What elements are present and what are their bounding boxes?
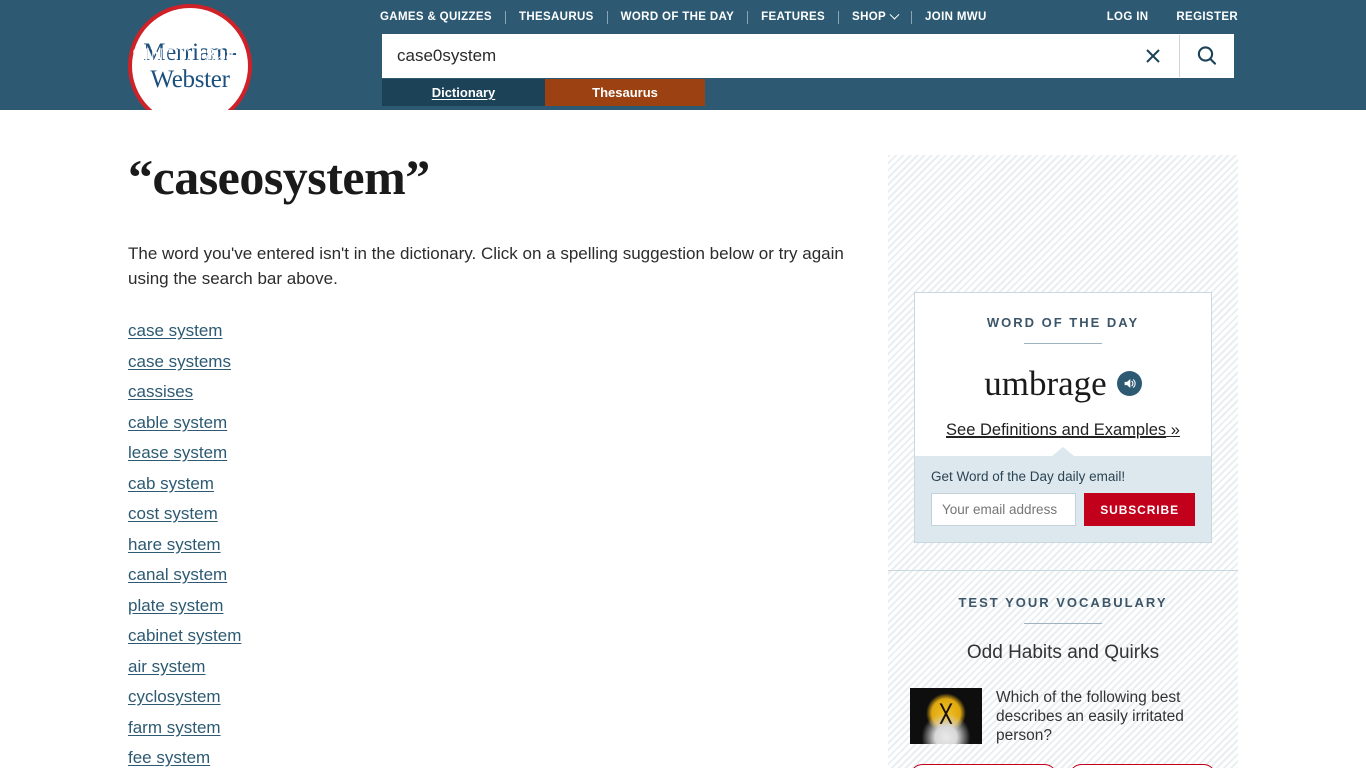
list-item: lease system bbox=[128, 443, 858, 463]
angry-face-thumbnail-icon: ╳ bbox=[910, 688, 982, 744]
search-scope-tabs: Dictionary Thesaurus bbox=[382, 79, 705, 106]
subscribe-button[interactable]: SUBSCRIBE bbox=[1084, 493, 1195, 526]
tab-thesaurus-label: Thesaurus bbox=[592, 85, 658, 100]
divider bbox=[1024, 343, 1102, 344]
suggestion-link[interactable]: air system bbox=[128, 657, 205, 676]
no-result-message: The word you've entered isn't in the dic… bbox=[128, 244, 844, 288]
nav-label: FEATURES bbox=[761, 11, 826, 23]
site-header: Merriam- Webster SINCE 1828 GAMES & QUIZ… bbox=[0, 0, 1366, 128]
list-item: case system bbox=[128, 321, 858, 341]
search-input[interactable] bbox=[383, 35, 1127, 77]
list-item: cable system bbox=[128, 413, 858, 433]
quiz-card-inner: TEST YOUR VOCABULARY Odd Habits and Quir… bbox=[888, 571, 1238, 768]
nav-item-features[interactable]: FEATURES bbox=[748, 11, 838, 23]
list-item: hare system bbox=[128, 535, 858, 555]
tab-thesaurus[interactable]: Thesaurus bbox=[545, 79, 705, 106]
quiz-question-row: ╳ Which of the following best describes … bbox=[910, 688, 1216, 745]
page-title: “caseosystem” bbox=[128, 149, 430, 205]
suggestion-link[interactable]: lease system bbox=[128, 443, 227, 462]
wotd-card-inner: WORD OF THE DAY umbrage See Definitions … bbox=[915, 293, 1211, 440]
spelling-suggestions-panel: “caseosystem” The word you've entered is… bbox=[128, 152, 858, 768]
quiz-option-tetchy[interactable]: tetchy bbox=[1069, 764, 1216, 768]
quiz-option-gregarious[interactable]: gregarious bbox=[910, 764, 1057, 768]
sidebar: WORD OF THE DAY umbrage See Definitions … bbox=[888, 155, 1238, 768]
suggestion-link[interactable]: canal system bbox=[128, 565, 227, 584]
list-item: farm system bbox=[128, 718, 858, 738]
suggestion-link[interactable]: cabinet system bbox=[128, 626, 241, 645]
suggestion-link[interactable]: cassises bbox=[128, 382, 193, 401]
speaker-icon bbox=[1124, 379, 1136, 388]
account-nav: LOG IN REGISTER bbox=[1093, 8, 1238, 26]
list-item: canal system bbox=[128, 565, 858, 585]
nav-label: JOIN MWU bbox=[925, 11, 987, 23]
register-link[interactable]: REGISTER bbox=[1162, 11, 1238, 23]
quiz-question-text: Which of the following best describes an… bbox=[996, 689, 1184, 744]
suggestion-link[interactable]: plate system bbox=[128, 596, 223, 615]
suggestion-list: case system case systems cassises cable … bbox=[128, 321, 858, 768]
suggestion-link[interactable]: farm system bbox=[128, 718, 221, 737]
see-definitions-link[interactable]: See Definitions and Examples » bbox=[946, 421, 1180, 440]
quiz-kicker: TEST YOUR VOCABULARY bbox=[958, 595, 1168, 610]
tab-dictionary-label: Dictionary bbox=[431, 85, 496, 100]
wotd-kicker: WORD OF THE DAY bbox=[986, 315, 1140, 330]
quiz-subtitle: Odd Habits and Quirks bbox=[966, 642, 1160, 663]
list-item: cabinet system bbox=[128, 626, 858, 646]
list-item: plate system bbox=[128, 596, 858, 616]
clear-search-button[interactable] bbox=[1127, 35, 1179, 77]
test-your-vocabulary-card: TEST YOUR VOCABULARY Odd Habits and Quir… bbox=[888, 570, 1238, 768]
suggestion-link[interactable]: cost system bbox=[128, 504, 218, 523]
subscribe-label: Get Word of the Day daily email! bbox=[931, 469, 1126, 484]
search-icon bbox=[1197, 46, 1216, 65]
link-arrows: » bbox=[1170, 421, 1180, 439]
since-tagline: SINCE 1828 bbox=[132, 45, 236, 66]
nav-item-games-quizzes[interactable]: GAMES & QUIZZES bbox=[380, 11, 505, 23]
wotd-subscribe-band: Get Word of the Day daily email! SUBSCRI… bbox=[915, 447, 1211, 542]
nav-label: GAMES & QUIZZES bbox=[380, 11, 492, 23]
nav-item-thesaurus[interactable]: THESAURUS bbox=[506, 11, 607, 23]
divider bbox=[1024, 623, 1102, 624]
quiz-thumb-face: ╳ bbox=[940, 704, 952, 724]
word-of-the-day-card: WORD OF THE DAY umbrage See Definitions … bbox=[914, 292, 1212, 543]
nav-label: SHOP bbox=[852, 11, 887, 23]
close-icon bbox=[1146, 49, 1160, 63]
suggestion-link[interactable]: cable system bbox=[128, 413, 227, 432]
email-field[interactable] bbox=[931, 493, 1077, 526]
list-item: fee system bbox=[128, 748, 858, 768]
play-pronunciation-button[interactable] bbox=[1116, 371, 1142, 396]
nav-item-shop[interactable]: SHOP bbox=[839, 9, 911, 23]
list-item: cost system bbox=[128, 504, 858, 524]
suggestion-link[interactable]: case systems bbox=[128, 352, 231, 371]
logo-text-line2: Webster bbox=[150, 66, 230, 93]
list-item: air system bbox=[128, 657, 858, 677]
nav-label: WORD OF THE DAY bbox=[620, 11, 735, 23]
main-region: “caseosystem” The word you've entered is… bbox=[0, 110, 1366, 768]
quiz-options: gregarious tetchy superficial flashy bbox=[910, 764, 1216, 768]
log-in-link[interactable]: LOG IN bbox=[1093, 11, 1163, 23]
wotd-word[interactable]: umbrage bbox=[984, 366, 1106, 401]
suggestion-link[interactable]: cyclosystem bbox=[128, 687, 221, 706]
nav-label: THESAURUS bbox=[518, 11, 594, 23]
search-submit-button[interactable] bbox=[1179, 35, 1233, 77]
list-item: cyclosystem bbox=[128, 687, 858, 707]
nav-item-word-of-the-day[interactable]: WORD OF THE DAY bbox=[608, 11, 747, 23]
list-item: cab system bbox=[128, 474, 858, 494]
list-item: cassises bbox=[128, 382, 858, 402]
primary-nav: GAMES & QUIZZES THESAURUS WORD OF THE DA… bbox=[380, 8, 1000, 26]
suggestion-link[interactable]: case system bbox=[128, 321, 222, 340]
see-definitions-text: See Definitions and Examples bbox=[946, 421, 1167, 439]
suggestion-link[interactable]: cab system bbox=[128, 474, 214, 493]
subscribe-row: SUBSCRIBE bbox=[931, 493, 1195, 526]
wotd-word-row: umbrage bbox=[935, 366, 1191, 401]
tab-dictionary[interactable]: Dictionary bbox=[382, 79, 545, 106]
nav-item-join-mwu[interactable]: JOIN MWU bbox=[912, 11, 1000, 23]
chevron-down-icon bbox=[889, 9, 900, 20]
suggestion-link[interactable]: hare system bbox=[128, 535, 221, 554]
search-bar bbox=[382, 34, 1234, 78]
suggestion-link[interactable]: fee system bbox=[128, 748, 210, 767]
list-item: case systems bbox=[128, 352, 858, 372]
